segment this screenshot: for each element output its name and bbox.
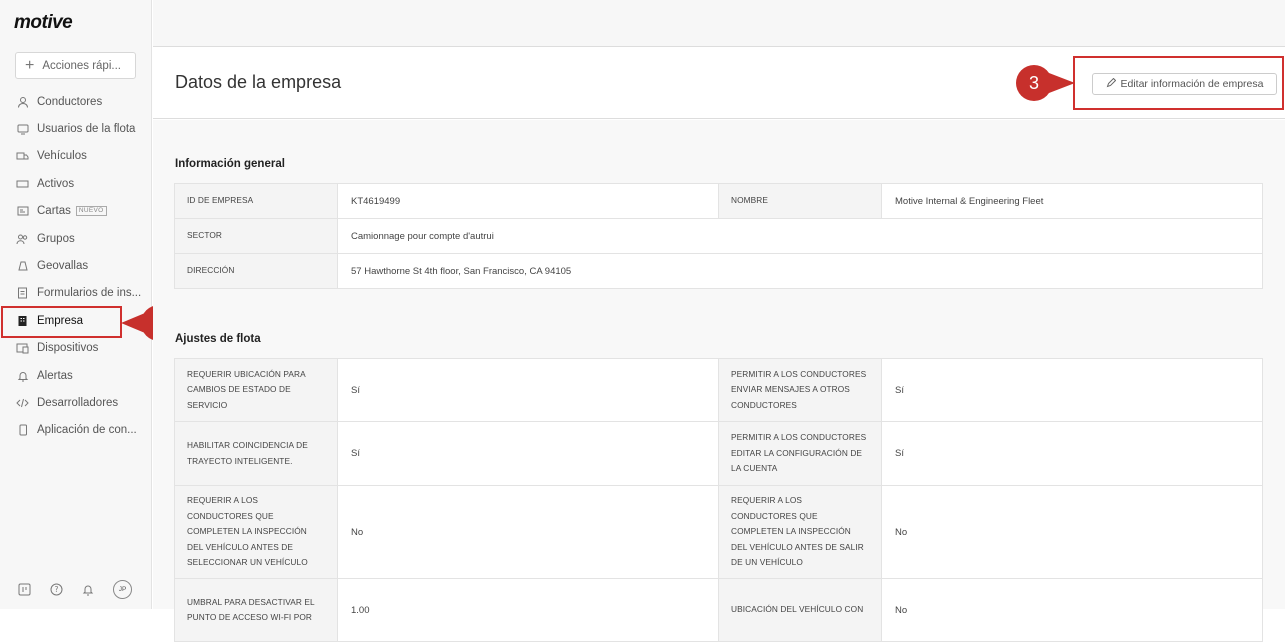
callout-3: 3 [1016,65,1052,101]
page-title: Datos de la empresa [175,72,342,92]
sidebar-item-label: Conductores [37,95,103,108]
sidebar-item-label: Usuarios de la flota [37,123,136,136]
code-icon [16,396,29,409]
motive-logo[interactable]: motive [14,12,73,34]
setting-value: No [337,485,719,579]
setting-label: REQUERIR UBICACIÓN PARA CAMBIOS DE ESTAD… [174,358,338,422]
sidebar-item-label: Cartas [37,205,71,218]
setting-value: No [881,578,1263,642]
name-value: Motive Internal & Engineering Fleet [881,183,1263,219]
pencil-icon [1106,77,1116,91]
sidebar-item-label: Alertas [37,369,73,382]
main-content: Información general ID DE EMPRESA KT4619… [153,120,1285,642]
sidebar-item-geovallas[interactable]: Geovallas [0,252,152,279]
table-row: SECTOR Camionnage pour compte d'autrui [174,218,1263,254]
avatar[interactable]: JP [113,580,132,599]
sidebar-item-vehiculos[interactable]: Vehículos [0,143,152,170]
setting-label: PERMITIR A LOS CONDUCTORES EDITAR LA CON… [718,421,882,486]
sidebar-item-label: Formularios de ins... [37,287,142,300]
question-icon[interactable]: ? [49,583,63,597]
table-row: UMBRAL PARA DESACTIVAR EL PUNTO DE ACCES… [174,578,1263,642]
table-row: REQUERIR A LOS CONDUCTORES QUE COMPLETEN… [174,485,1263,579]
sidebar-item-usuarios[interactable]: Usuarios de la flota [0,115,152,142]
table-row: REQUERIR UBICACIÓN PARA CAMBIOS DE ESTAD… [174,358,1263,422]
fleet-settings-table: REQUERIR UBICACIÓN PARA CAMBIOS DE ESTAD… [174,358,1263,642]
setting-label: REQUERIR A LOS CONDUCTORES QUE COMPLETEN… [718,485,882,579]
sidebar-item-label: Dispositivos [37,342,99,355]
sidebar-item-dispositivos[interactable]: Dispositivos [0,335,152,362]
sidebar-item-label: Vehículos [37,150,87,163]
person-icon [16,95,29,108]
plus-icon: + [25,56,35,74]
general-info-table: ID DE EMPRESA KT4619499 NOMBRE Motive In… [174,183,1263,289]
address-label: DIRECCIÓN [174,253,338,289]
sidebar-item-label: Grupos [37,232,75,245]
sector-value: Camionnage pour compte d'autrui [337,218,1263,254]
edit-company-info-button[interactable]: Editar información de empresa [1092,73,1277,95]
fleet-settings-title: Ajustes de flota [175,333,261,345]
table-row: ID DE EMPRESA KT4619499 NOMBRE Motive In… [174,183,1263,219]
setting-label: UMBRAL PARA DESACTIVAR EL PUNTO DE ACCES… [174,578,338,642]
setting-value: Sí [337,421,719,486]
setting-value: 1.00 [337,578,719,642]
name-label: NOMBRE [718,183,882,219]
sidebar-item-formularios[interactable]: Formularios de ins... [0,280,152,307]
setting-value: Sí [881,421,1263,486]
svg-text:?: ? [54,585,58,594]
sidebar-item-conductores[interactable]: Conductores [0,88,152,115]
sidebar-item-label: Activos [37,177,75,190]
company-id-value: KT4619499 [337,183,719,219]
sidebar-item-grupos[interactable]: Grupos [0,225,152,252]
quick-actions-button[interactable]: + Acciones rápi... [15,52,136,79]
sidebar-item-label: Aplicación de con... [37,424,137,437]
table-row: HABILITAR COINCIDENCIA DE TRAYECTO INTEL… [174,421,1263,486]
sidebar-item-desarrolladores[interactable]: Desarrolladores [0,389,152,416]
sidebar-item-activos[interactable]: Activos [0,170,152,197]
new-badge: NUEVO [75,206,107,217]
company-id-label: ID DE EMPRESA [174,183,338,219]
empresa-highlight-box [1,306,122,338]
sidebar-nav: Conductores Usuarios de la flota Vehícul… [0,88,152,444]
setting-label: HABILITAR COINCIDENCIA DE TRAYECTO INTEL… [174,421,338,486]
setting-value: Sí [337,358,719,422]
monitor-icon [16,123,29,136]
callout-2-pointer [121,313,145,333]
top-bar [153,0,1285,47]
setting-label: UBICACIÓN DEL VEHÍCULO CON [718,578,882,642]
devices-icon [16,342,29,355]
quick-actions-label: Acciones rápi... [42,59,121,72]
edit-button-label: Editar información de empresa [1120,78,1264,90]
setting-value: Sí [881,358,1263,422]
map-card-icon [16,205,29,218]
setting-value: No [881,485,1263,579]
truck-icon [16,150,29,163]
sector-label: SECTOR [174,218,338,254]
table-row: DIRECCIÓN 57 Hawthorne St 4th floor, San… [174,253,1263,289]
address-value: 57 Hawthorne St 4th floor, San Francisco… [337,253,1263,289]
notifications-bell-icon[interactable] [81,583,95,597]
sidebar-footer: ? JP [17,580,132,599]
sidebar-item-aplicacion[interactable]: Aplicación de con... [0,417,152,444]
edit-button-highlight-box: Editar información de empresa [1073,56,1284,110]
callout-3-pointer [1049,73,1075,93]
sidebar-item-alertas[interactable]: Alertas [0,362,152,389]
general-info-title: Información general [175,158,285,170]
sidebar-item-cartas[interactable]: Cartas NUEVO [0,198,152,225]
trailer-icon [16,177,29,190]
phone-icon [16,424,29,437]
help-center-icon[interactable] [17,583,31,597]
geofence-icon [16,260,29,273]
group-icon [16,232,29,245]
sidebar-item-label: Desarrolladores [37,396,119,409]
setting-label: REQUERIR A LOS CONDUCTORES QUE COMPLETEN… [174,485,338,579]
setting-label: PERMITIR A LOS CONDUCTORES ENVIAR MENSAJ… [718,358,882,422]
page-header: Datos de la empresa Editar información d… [153,47,1285,119]
sidebar-item-label: Geovallas [37,260,89,273]
bell-icon [16,369,29,382]
form-icon [16,287,29,300]
sidebar: motive + Acciones rápi... Conductores Us… [0,0,152,609]
